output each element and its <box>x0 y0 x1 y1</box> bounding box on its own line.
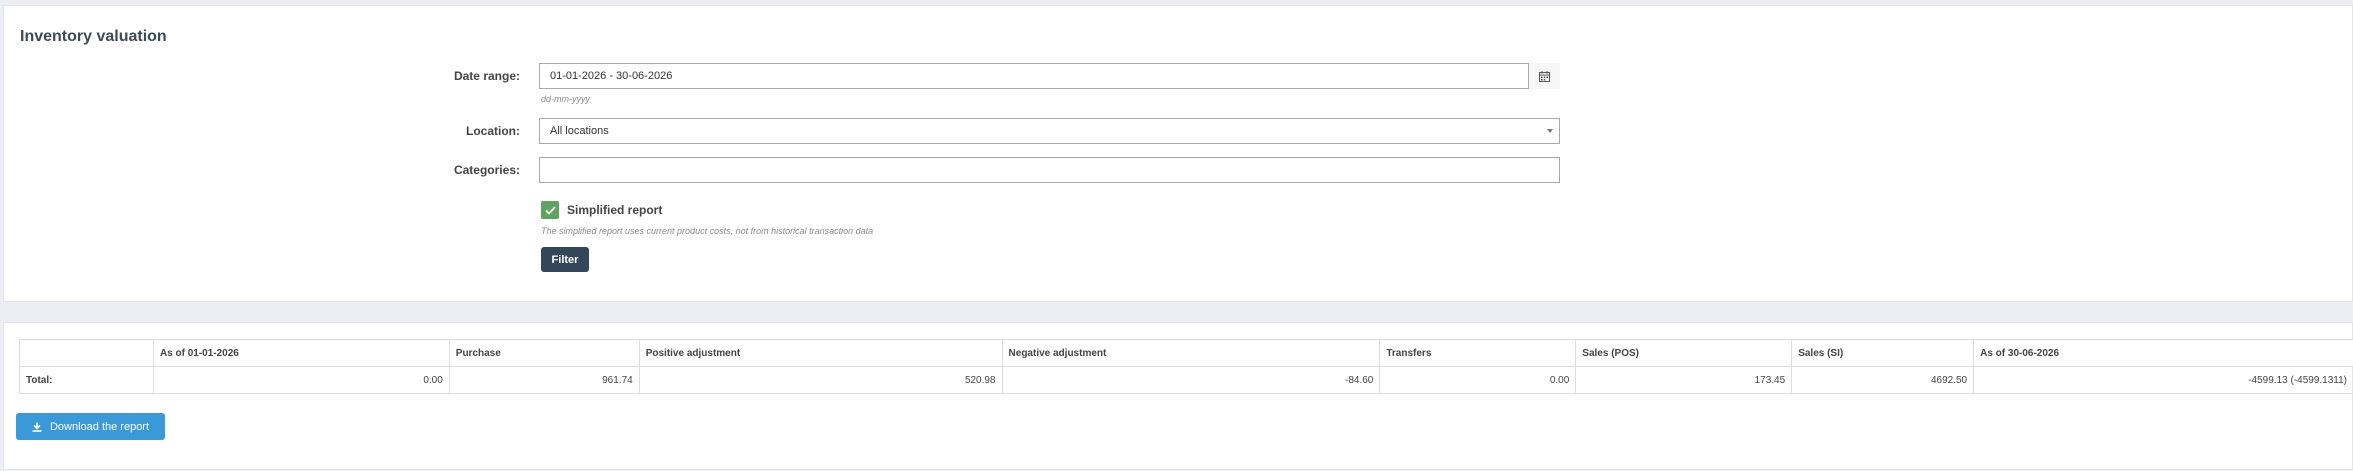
categories-input[interactable] <box>539 157 1560 183</box>
column-header: Purchase <box>448 339 640 367</box>
categories-label: Categories: <box>453 163 520 177</box>
simplified-report-description: The simplified report uses current produ… <box>541 226 874 236</box>
table-cell: 520.98 <box>638 366 1003 394</box>
table-cell: 4692.50 <box>1791 366 1975 394</box>
filter-button[interactable]: Filter <box>541 247 589 272</box>
download-report-button[interactable]: Download the report <box>16 413 165 440</box>
page-title: Inventory valuation <box>20 28 167 45</box>
simplified-report-label[interactable]: Simplified report <box>567 203 662 217</box>
column-header: Sales (SI) <box>1791 339 1975 367</box>
total-row-label: Total: <box>19 366 154 394</box>
table-cell: 173.45 <box>1575 366 1793 394</box>
column-header: Positive adjustment <box>638 339 1003 367</box>
location-select[interactable]: All locations <box>539 118 1560 144</box>
simplified-report-checkbox[interactable] <box>541 201 559 219</box>
download-report-label: Download the report <box>49 420 150 433</box>
report-panel: As of 01-01-2026 Purchase Positive adjus… <box>3 322 2353 470</box>
table-header-row: As of 01-01-2026 Purchase Positive adjus… <box>19 339 2353 367</box>
valuation-table: As of 01-01-2026 Purchase Positive adjus… <box>19 339 2353 394</box>
date-range-label: Date range: <box>453 69 520 83</box>
table-cell: 0.00 <box>152 366 450 394</box>
table-cell: -84.60 <box>1001 366 1381 394</box>
table-cell: 0.00 <box>1379 366 1577 394</box>
date-range-input[interactable] <box>539 63 1560 89</box>
calendar-button[interactable] <box>1528 63 1560 89</box>
table-row: Total: 0.00 961.74 520.98 -84.60 0.00 17… <box>19 366 2353 394</box>
date-format-hint: dd-mm-yyyy <box>541 94 590 104</box>
location-label: Location: <box>466 124 520 138</box>
table-cell: -4599.13 (-4599.1311) <box>1973 366 2353 394</box>
chevron-down-icon <box>1547 129 1553 133</box>
column-header <box>19 339 154 367</box>
column-header: Transfers <box>1379 339 1577 367</box>
location-selected-value: All locations <box>550 125 609 137</box>
column-header: As of 01-01-2026 <box>152 339 450 367</box>
column-header: As of 30-06-2026 <box>1973 339 2353 367</box>
column-header: Negative adjustment <box>1001 339 1381 367</box>
calendar-icon <box>1539 70 1550 82</box>
column-header: Sales (POS) <box>1575 339 1793 367</box>
filter-panel: Inventory valuation Date range: dd-mm-yy… <box>3 5 2353 302</box>
check-icon <box>544 205 556 215</box>
table-cell: 961.74 <box>448 366 640 394</box>
download-icon <box>32 422 42 432</box>
